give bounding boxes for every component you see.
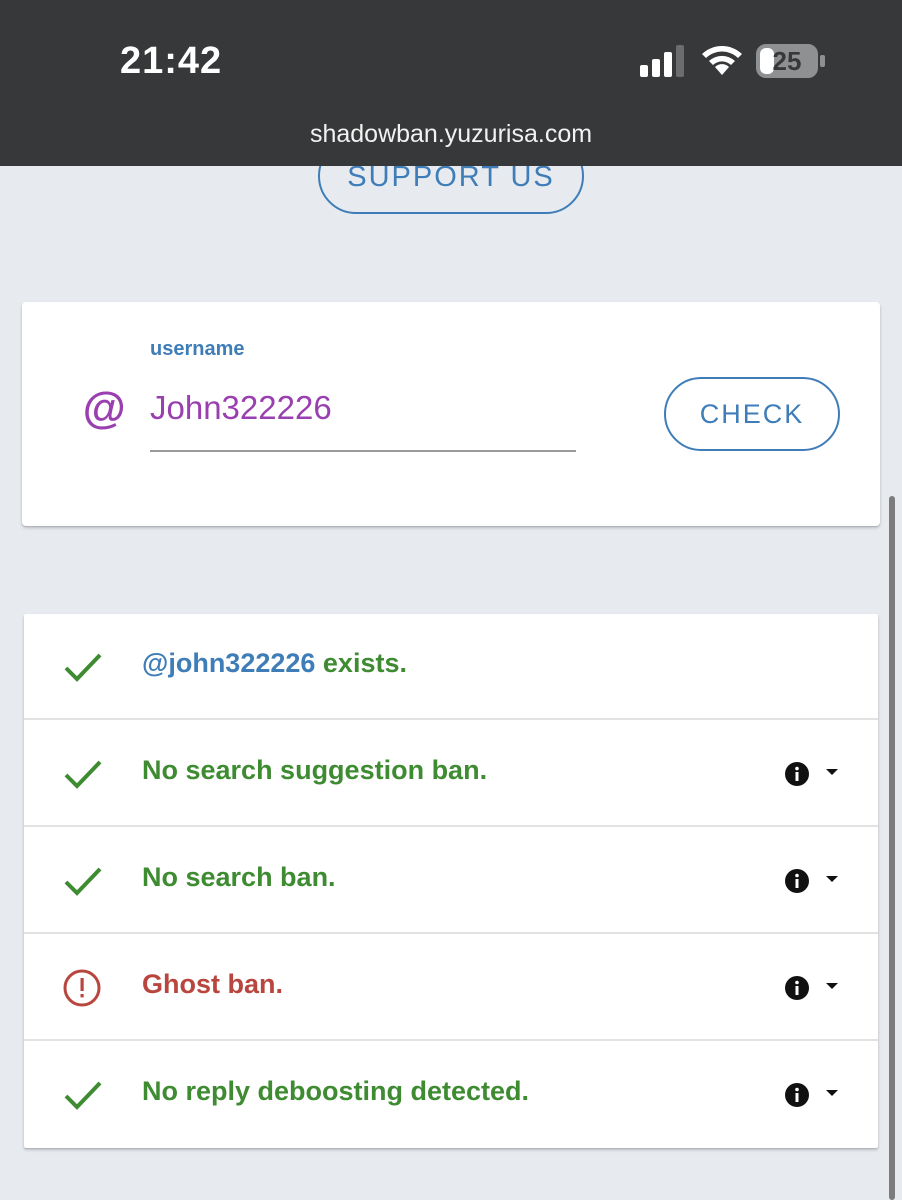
page: SUPPORT US 21:42 25 shadowban.yuzurisa.c… — [0, 0, 902, 1200]
result-row-search-ban[interactable]: No search ban. — [24, 828, 878, 934]
wifi-icon — [702, 46, 742, 75]
username-input[interactable] — [150, 384, 576, 452]
scrollbar-thumb[interactable] — [889, 496, 895, 1200]
info-icon[interactable] — [784, 761, 810, 787]
at-sign-icon: @ — [82, 384, 125, 433]
result-row-reply-deboosting[interactable]: No reply deboosting detected. — [24, 1042, 878, 1148]
result-text: No search suggestion ban. — [142, 755, 488, 785]
check-icon — [64, 867, 102, 896]
username-field-label: username — [150, 338, 245, 360]
result-text: Ghost ban. — [142, 969, 283, 999]
username-form-card: @ username CHECK — [22, 302, 880, 526]
info-icon[interactable] — [784, 975, 810, 1001]
status-bar: 21:42 25 shadowban.yuzurisa.com — [0, 0, 902, 166]
caret-down-icon[interactable] — [824, 874, 840, 884]
results-card: @john322226 exists. No search suggestion… — [24, 614, 878, 1148]
check-icon — [64, 1081, 102, 1110]
caret-down-icon[interactable] — [824, 1088, 840, 1098]
result-row-exists: @john322226 exists. — [24, 614, 878, 720]
alert-circle-icon — [63, 969, 101, 1007]
info-icon[interactable] — [784, 868, 810, 894]
username-handle-link[interactable]: @john322226 — [142, 648, 315, 678]
caret-down-icon[interactable] — [824, 981, 840, 991]
cellular-signal-icon — [640, 45, 684, 77]
result-text: No reply deboosting detected. — [142, 1076, 530, 1106]
result-row-ghost-ban[interactable]: Ghost ban. — [24, 935, 878, 1041]
check-button[interactable]: CHECK — [664, 377, 840, 451]
info-icon[interactable] — [784, 1082, 810, 1108]
result-text-exists: @john322226 exists. — [142, 648, 407, 679]
exists-suffix: exists. — [315, 648, 407, 678]
check-icon — [64, 653, 102, 682]
status-time: 21:42 — [120, 40, 223, 82]
result-text: No search ban. — [142, 862, 336, 892]
address-bar-url[interactable]: shadowban.yuzurisa.com — [0, 120, 902, 149]
check-icon — [64, 760, 102, 789]
battery-level-text: 25 — [772, 45, 802, 76]
caret-down-icon[interactable] — [824, 767, 840, 777]
result-row-search-suggestion[interactable]: No search suggestion ban. — [24, 721, 878, 827]
